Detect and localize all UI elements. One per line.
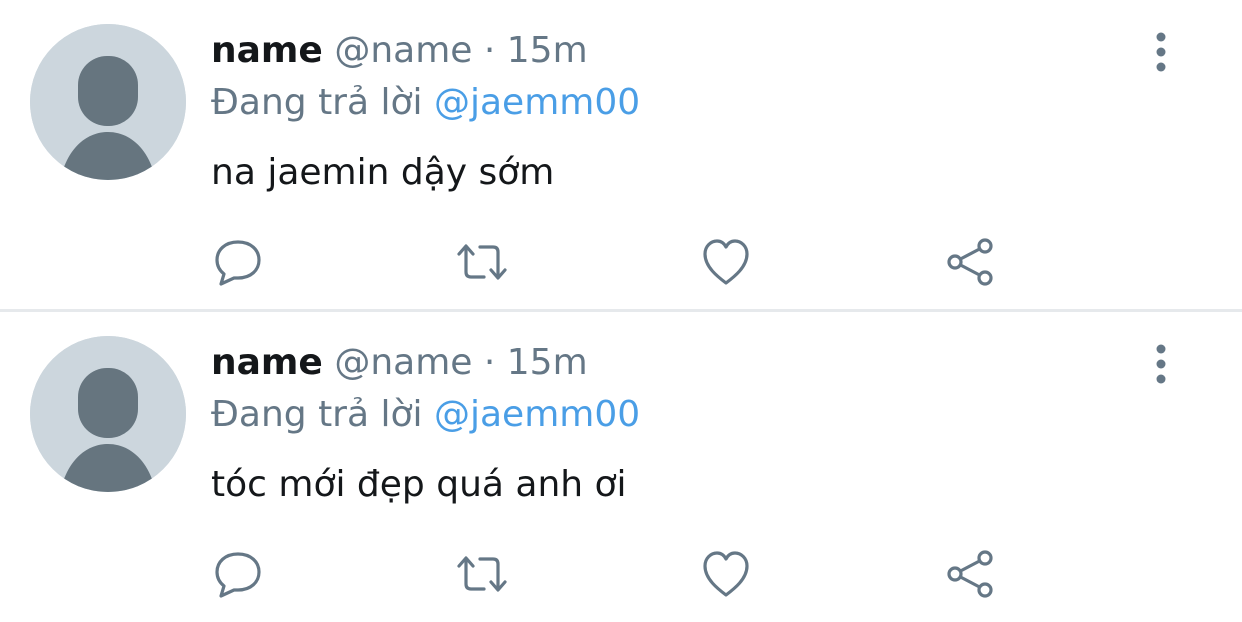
retweet-icon (457, 244, 507, 280)
tweet[interactable]: name @name · 15m Đang trả lời @jaemm00 t… (0, 312, 1242, 622)
more-vertical-icon (1156, 32, 1166, 72)
like-button[interactable] (696, 232, 756, 292)
tweet-actions (0, 232, 1242, 292)
share-icon (947, 550, 993, 598)
share-button[interactable] (940, 544, 1000, 604)
retweet-button[interactable] (452, 544, 512, 604)
default-profile-avatar-icon (30, 336, 186, 492)
retweet-button[interactable] (452, 232, 512, 292)
display-name[interactable]: name (211, 30, 323, 71)
heart-icon (703, 551, 749, 597)
more-options-button[interactable] (1140, 30, 1182, 74)
avatar[interactable] (30, 24, 186, 180)
reply-icon (215, 552, 261, 598)
display-name[interactable]: name (211, 342, 323, 383)
retweet-icon (457, 556, 507, 592)
reply-button[interactable] (208, 232, 268, 292)
more-options-button[interactable] (1140, 342, 1182, 386)
more-vertical-icon (1156, 344, 1166, 384)
tweet[interactable]: name @name · 15m Đang trả lời @jaemm00 n… (0, 0, 1242, 310)
reply-button[interactable] (208, 544, 268, 604)
avatar[interactable] (30, 336, 186, 492)
tweet-header: name @name · 15m (211, 26, 588, 76)
replying-to: Đang trả lời @jaemm00 (211, 390, 640, 440)
tweet-text: tóc mới đẹp quá anh ơi (211, 464, 627, 505)
like-button[interactable] (696, 544, 756, 604)
replying-to: Đang trả lời @jaemm00 (211, 78, 640, 128)
reply-icon (215, 240, 261, 286)
tweet-actions (0, 544, 1242, 604)
share-icon (947, 238, 993, 286)
share-button[interactable] (940, 232, 1000, 292)
user-handle[interactable]: @name (334, 30, 472, 71)
user-handle[interactable]: @name (334, 342, 472, 383)
tweet-header: name @name · 15m (211, 338, 588, 388)
reply-mention-link[interactable]: @jaemm00 (434, 394, 640, 435)
reply-mention-link[interactable]: @jaemm00 (434, 82, 640, 123)
separator-dot: · (483, 342, 496, 383)
separator-dot: · (483, 30, 496, 71)
default-profile-avatar-icon (30, 24, 186, 180)
tweet-text: na jaemin dậy sớm (211, 152, 555, 193)
heart-icon (703, 239, 749, 285)
replying-to-label: Đang trả lời (211, 82, 423, 123)
replying-to-label: Đang trả lời (211, 394, 423, 435)
timestamp[interactable]: 15m (507, 30, 588, 71)
timestamp[interactable]: 15m (507, 342, 588, 383)
